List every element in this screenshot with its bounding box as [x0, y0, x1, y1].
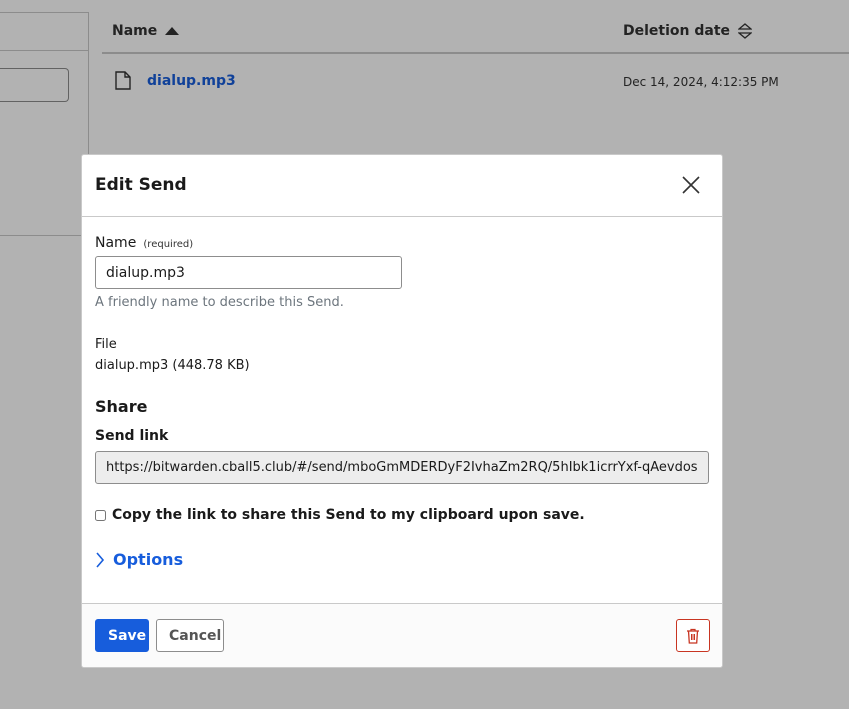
chevron-right-icon	[96, 551, 105, 568]
options-toggle[interactable]: Options	[95, 550, 183, 569]
file-value: dialup.mp3 (448.78 KB)	[95, 358, 250, 373]
dialog-footer: Save Cancel	[82, 603, 722, 667]
options-label: Options	[113, 550, 184, 569]
cancel-button[interactable]: Cancel	[156, 619, 224, 652]
copy-link-checkbox[interactable]	[95, 509, 106, 521]
required-label: (required)	[143, 239, 194, 250]
edit-send-dialog: Edit Send Name (required) A friendly nam…	[81, 154, 723, 668]
copy-link-option[interactable]: Copy the link to share this Send to my c…	[95, 507, 585, 523]
share-heading: Share	[95, 397, 148, 416]
file-label: File	[95, 337, 117, 352]
send-link-label: Send link	[95, 428, 169, 444]
close-icon[interactable]	[681, 175, 701, 195]
save-button[interactable]: Save	[95, 619, 149, 652]
copy-link-label: Copy the link to share this Send to my c…	[112, 507, 585, 523]
name-hint: A friendly name to describe this Send.	[95, 295, 344, 310]
delete-button[interactable]	[676, 619, 710, 652]
name-field[interactable]	[95, 256, 402, 289]
dialog-header: Edit Send	[82, 155, 722, 217]
name-label-group: Name (required)	[95, 232, 193, 251]
dialog-title: Edit Send	[95, 175, 187, 195]
name-label: Name	[95, 235, 137, 251]
trash-icon	[687, 628, 699, 644]
send-link-field[interactable]	[95, 451, 709, 484]
